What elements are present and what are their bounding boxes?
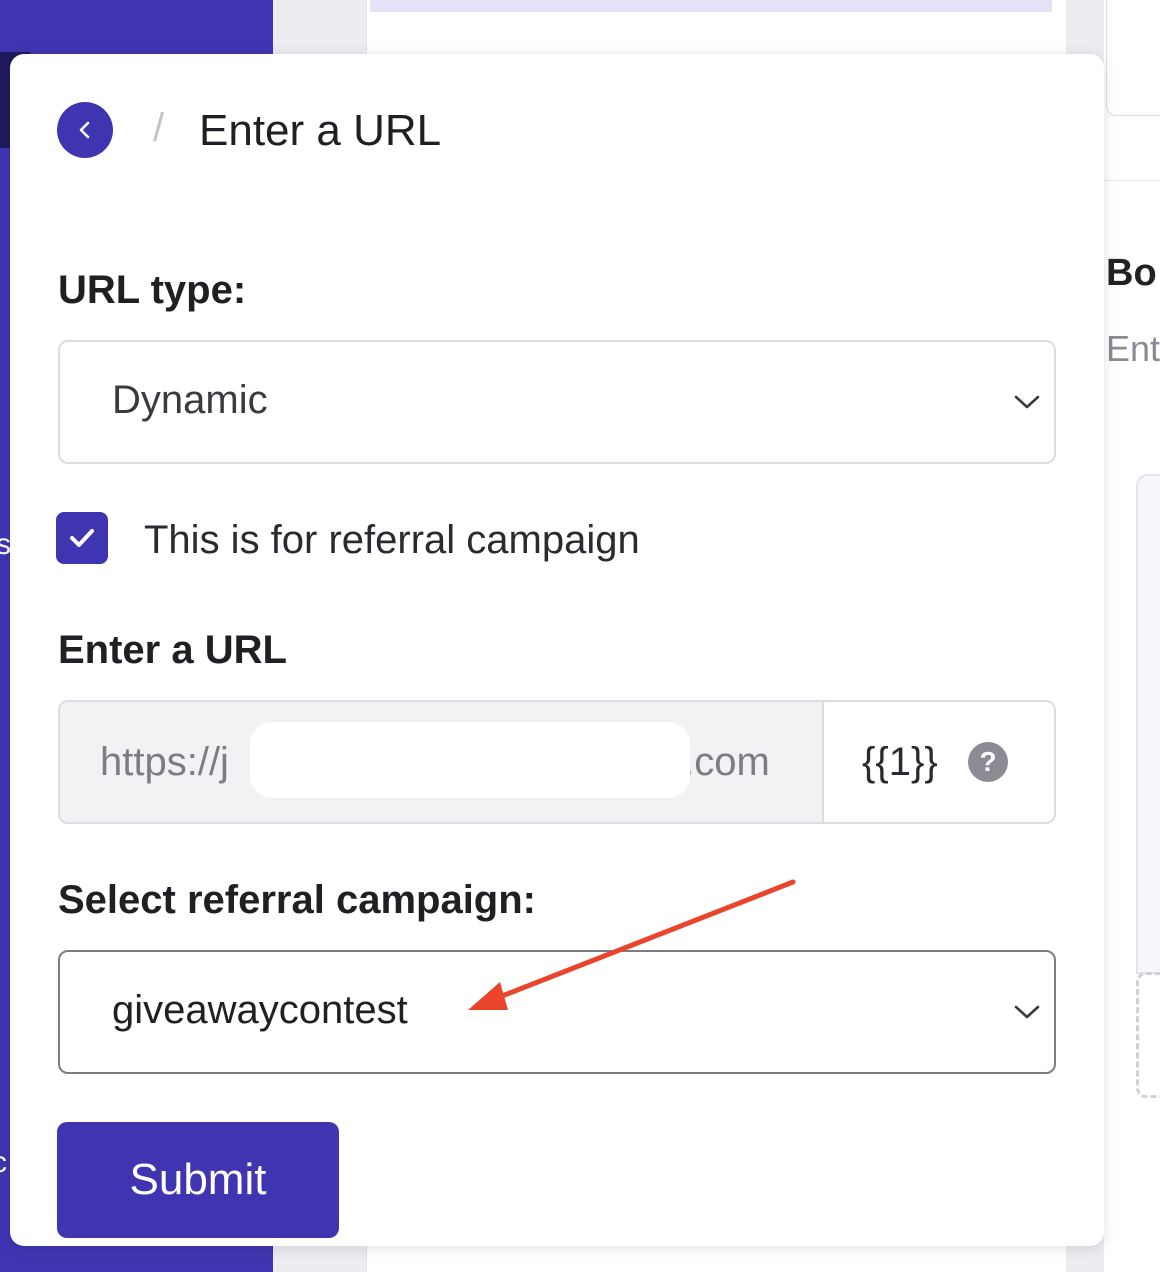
redaction-block [250,722,690,798]
background-sidebar-text-fragment: c [0,1146,7,1180]
url-type-label: URL type: [58,268,247,312]
question-circle-icon[interactable]: ? [968,742,1008,782]
url-input[interactable]: https://j t.com [60,702,824,822]
background-subtext-fragment: Ent [1106,328,1160,369]
background-divider [1104,180,1160,181]
background-dropzone[interactable] [1136,972,1160,1098]
back-button[interactable] [57,102,113,158]
referral-campaign-checkbox[interactable] [56,512,108,564]
submit-button[interactable]: Submit [57,1122,339,1238]
url-input-group: https://j t.com {{1}} ? [58,700,1056,824]
url-type-selected-value: Dynamic [112,378,268,422]
enter-url-label: Enter a URL [58,628,287,672]
background-card [1106,0,1160,116]
url-type-select[interactable]: Dynamic [58,340,1056,464]
background-preview-panel [1136,474,1160,974]
referral-campaign-label: Select referral campaign: [58,878,536,922]
checkmark-icon [70,529,94,547]
url-variable-placeholder: {{1}} [862,740,938,784]
referral-campaign-selected-value: giveawaycontest [112,988,408,1032]
chevron-down-icon [1014,395,1040,409]
background-heading-fragment: Bo [1106,252,1157,294]
referral-campaign-checkbox-label[interactable]: This is for referral campaign [144,518,640,563]
chevron-down-icon [1014,1005,1040,1019]
breadcrumb-separator: / [153,106,165,150]
url-prefix-text: https://j [100,740,229,784]
background-top-bar [370,0,1052,12]
chevron-left-icon [79,121,90,139]
enter-url-popover: / Enter a URL URL type: Dynamic This is … [10,54,1104,1246]
referral-campaign-select[interactable]: giveawaycontest [58,950,1056,1074]
popover-title: Enter a URL [199,106,442,155]
